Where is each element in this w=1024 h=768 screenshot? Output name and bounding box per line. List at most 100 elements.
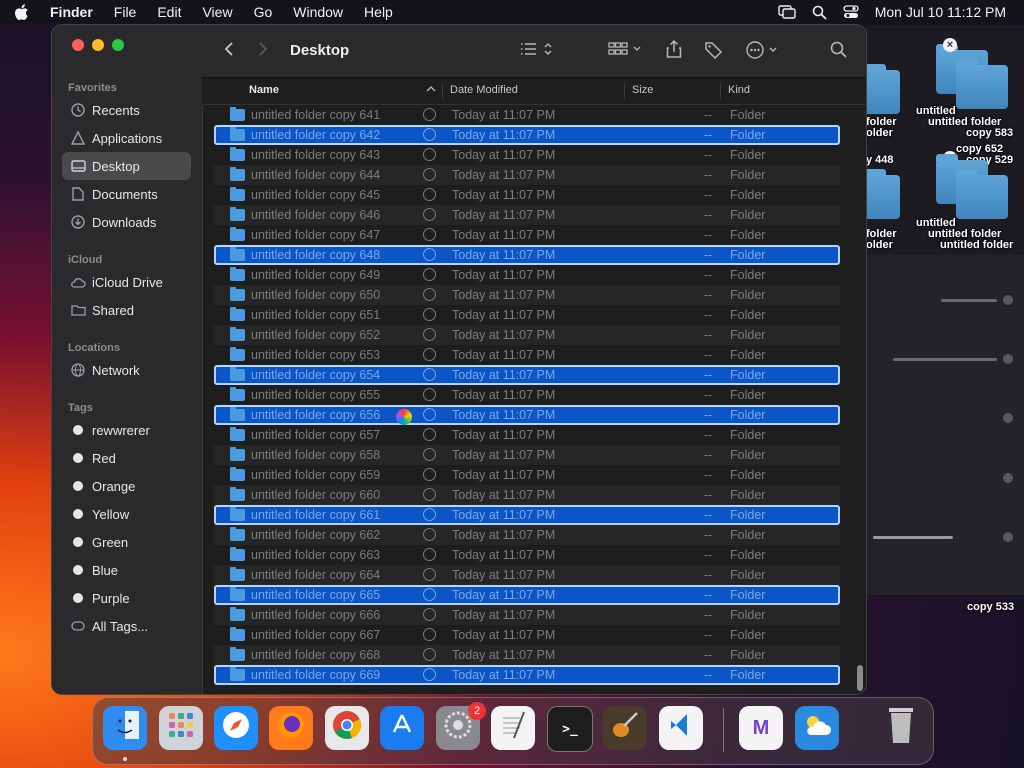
share-button[interactable] — [666, 39, 682, 59]
sidebar-tag-yellow[interactable]: Yellow — [62, 500, 191, 528]
table-row-selected[interactable]: untitled folder copy 669 Today at 11:07 P… — [214, 665, 840, 685]
sidebar-item-recents[interactable]: Recents — [62, 96, 191, 124]
table-row-selected[interactable]: untitled folder copy 642 Today at 11:07 P… — [214, 125, 840, 145]
app-menu-finder[interactable]: Finder — [50, 4, 93, 20]
column-header-kind[interactable]: Kind — [728, 84, 750, 96]
weather-app[interactable] — [795, 706, 839, 750]
sidebar-item-icloud-drive[interactable]: iCloud Drive — [62, 268, 191, 296]
table-row[interactable]: untitled folder copy 641 Today at 11:07 P… — [214, 105, 840, 125]
slider-knob[interactable] — [1003, 295, 1013, 305]
sidebar-all-tags[interactable]: All Tags... — [62, 612, 191, 640]
forward-button[interactable] — [258, 41, 268, 57]
sidebar-tag-green[interactable]: Green — [62, 528, 191, 556]
table-row-selected[interactable]: untitled folder copy 661 Today at 11:07 P… — [214, 505, 840, 525]
app-store-app[interactable] — [380, 706, 424, 750]
table-row-selected[interactable]: untitled folder copy 656 Today at 11:07 P… — [214, 405, 840, 425]
slider-track[interactable] — [873, 536, 953, 539]
table-row[interactable]: untitled folder copy 660 Today at 11:07 P… — [214, 485, 840, 505]
table-row[interactable]: untitled folder copy 651 Today at 11:07 P… — [214, 305, 840, 325]
table-row-selected[interactable]: untitled folder copy 648 Today at 11:07 P… — [214, 245, 840, 265]
menu-window[interactable]: Window — [293, 4, 343, 20]
table-row[interactable]: untitled folder copy 650 Today at 11:07 P… — [214, 285, 840, 305]
vertical-scrollbar[interactable] — [857, 665, 863, 691]
menu-go[interactable]: Go — [254, 4, 273, 20]
table-row[interactable]: untitled folder copy 644 Today at 11:07 P… — [214, 165, 840, 185]
table-row[interactable]: untitled folder copy 657 Today at 11:07 P… — [214, 425, 840, 445]
visual-studio-app[interactable]: M — [739, 706, 783, 750]
desktop-folder-icon[interactable] — [864, 64, 900, 114]
textedit-app[interactable] — [491, 706, 535, 750]
column-divider[interactable] — [442, 83, 443, 99]
table-row[interactable]: untitled folder copy 658 Today at 11:07 P… — [214, 445, 840, 465]
tag-button[interactable] — [704, 41, 724, 59]
table-row[interactable]: untitled folder copy 649 Today at 11:07 P… — [214, 265, 840, 285]
slider-track[interactable] — [893, 358, 997, 361]
table-row[interactable]: untitled folder copy 655 Today at 11:07 P… — [214, 385, 840, 405]
sidebar-tag-rewwrerer[interactable]: rewwrerer — [62, 416, 191, 444]
table-row[interactable]: untitled folder copy 647 Today at 11:07 P… — [214, 225, 840, 245]
vscode-app[interactable] — [659, 706, 703, 750]
table-row[interactable]: untitled folder copy 659 Today at 11:07 P… — [214, 465, 840, 485]
firefox-app[interactable] — [269, 706, 313, 750]
table-row[interactable]: untitled folder copy 653 Today at 11:07 P… — [214, 345, 840, 365]
desktop-folder-icon[interactable] — [956, 59, 1008, 109]
menu-help[interactable]: Help — [364, 4, 393, 20]
table-row[interactable]: untitled folder copy 662 Today at 11:07 P… — [214, 525, 840, 545]
sort-chevron-icon[interactable] — [426, 84, 436, 96]
more-actions-button[interactable] — [746, 41, 780, 59]
table-row[interactable]: untitled folder copy 664 Today at 11:07 P… — [214, 565, 840, 585]
menu-file[interactable]: File — [114, 4, 137, 20]
menu-edit[interactable]: Edit — [157, 4, 181, 20]
search-icon[interactable] — [830, 41, 847, 58]
spotlight-search-icon[interactable] — [812, 5, 827, 20]
zoom-window-button[interactable] — [112, 39, 124, 51]
slider-knob[interactable] — [1003, 354, 1013, 364]
back-button[interactable] — [224, 41, 234, 57]
close-window-button[interactable] — [72, 39, 84, 51]
column-header-date[interactable]: Date Modified — [450, 84, 518, 96]
launchpad-app[interactable] — [159, 706, 203, 750]
minimize-window-button[interactable] — [92, 39, 104, 51]
garageband-app[interactable] — [603, 706, 647, 750]
column-divider[interactable] — [624, 83, 625, 99]
slider-knob[interactable] — [1003, 413, 1013, 423]
sidebar-tag-purple[interactable]: Purple — [62, 584, 191, 612]
slider-track[interactable] — [941, 299, 997, 302]
sidebar-item-shared[interactable]: Shared — [62, 296, 191, 324]
menu-view[interactable]: View — [202, 4, 232, 20]
terminal-app[interactable]: >_ — [547, 706, 593, 752]
slider-knob[interactable] — [1003, 473, 1013, 483]
sidebar-item-documents[interactable]: Documents — [62, 180, 191, 208]
sidebar-item-network[interactable]: Network — [62, 356, 191, 384]
sidebar-tag-red[interactable]: Red — [62, 444, 191, 472]
column-header-size[interactable]: Size — [632, 84, 653, 96]
table-row[interactable]: untitled folder copy 645 Today at 11:07 P… — [214, 185, 840, 205]
desktop-folder-icon[interactable] — [956, 169, 1008, 219]
safari-app[interactable] — [214, 706, 258, 750]
sidebar-item-applications[interactable]: Applications — [62, 124, 191, 152]
table-row[interactable]: untitled folder copy 667 Today at 11:07 P… — [214, 625, 840, 645]
trash-app[interactable] — [879, 706, 923, 750]
table-row-selected[interactable]: untitled folder copy 654 Today at 11:07 P… — [214, 365, 840, 385]
sidebar-item-desktop[interactable]: Desktop — [62, 152, 191, 180]
table-row[interactable]: untitled folder copy 668 Today at 11:07 P… — [214, 645, 840, 665]
sidebar-tag-blue[interactable]: Blue — [62, 556, 191, 584]
list-view-button[interactable] — [520, 41, 554, 57]
screen-mirroring-icon[interactable] — [778, 5, 796, 19]
sidebar-tag-orange[interactable]: Orange — [62, 472, 191, 500]
control-center-icon[interactable] — [843, 5, 859, 19]
menubar-clock[interactable]: Mon Jul 10 11:12 PM — [875, 4, 1006, 20]
table-row[interactable]: untitled folder copy 646 Today at 11:07 P… — [214, 205, 840, 225]
column-divider[interactable] — [720, 83, 721, 99]
table-row[interactable]: untitled folder copy 643 Today at 11:07 P… — [214, 145, 840, 165]
table-row-selected[interactable]: untitled folder copy 665 Today at 11:07 P… — [214, 585, 840, 605]
table-row[interactable]: untitled folder copy 666 Today at 11:07 P… — [214, 605, 840, 625]
chrome-app[interactable] — [325, 706, 369, 750]
finder-app[interactable] — [103, 706, 147, 750]
sidebar-item-downloads[interactable]: Downloads — [62, 208, 191, 236]
apple-menu-icon[interactable] — [14, 3, 34, 21]
table-row[interactable]: untitled folder copy 663 Today at 11:07 P… — [214, 545, 840, 565]
table-row[interactable]: untitled folder copy 652 Today at 11:07 P… — [214, 325, 840, 345]
close-badge-icon[interactable]: × — [943, 38, 957, 52]
column-header-name[interactable]: Name — [249, 84, 279, 96]
